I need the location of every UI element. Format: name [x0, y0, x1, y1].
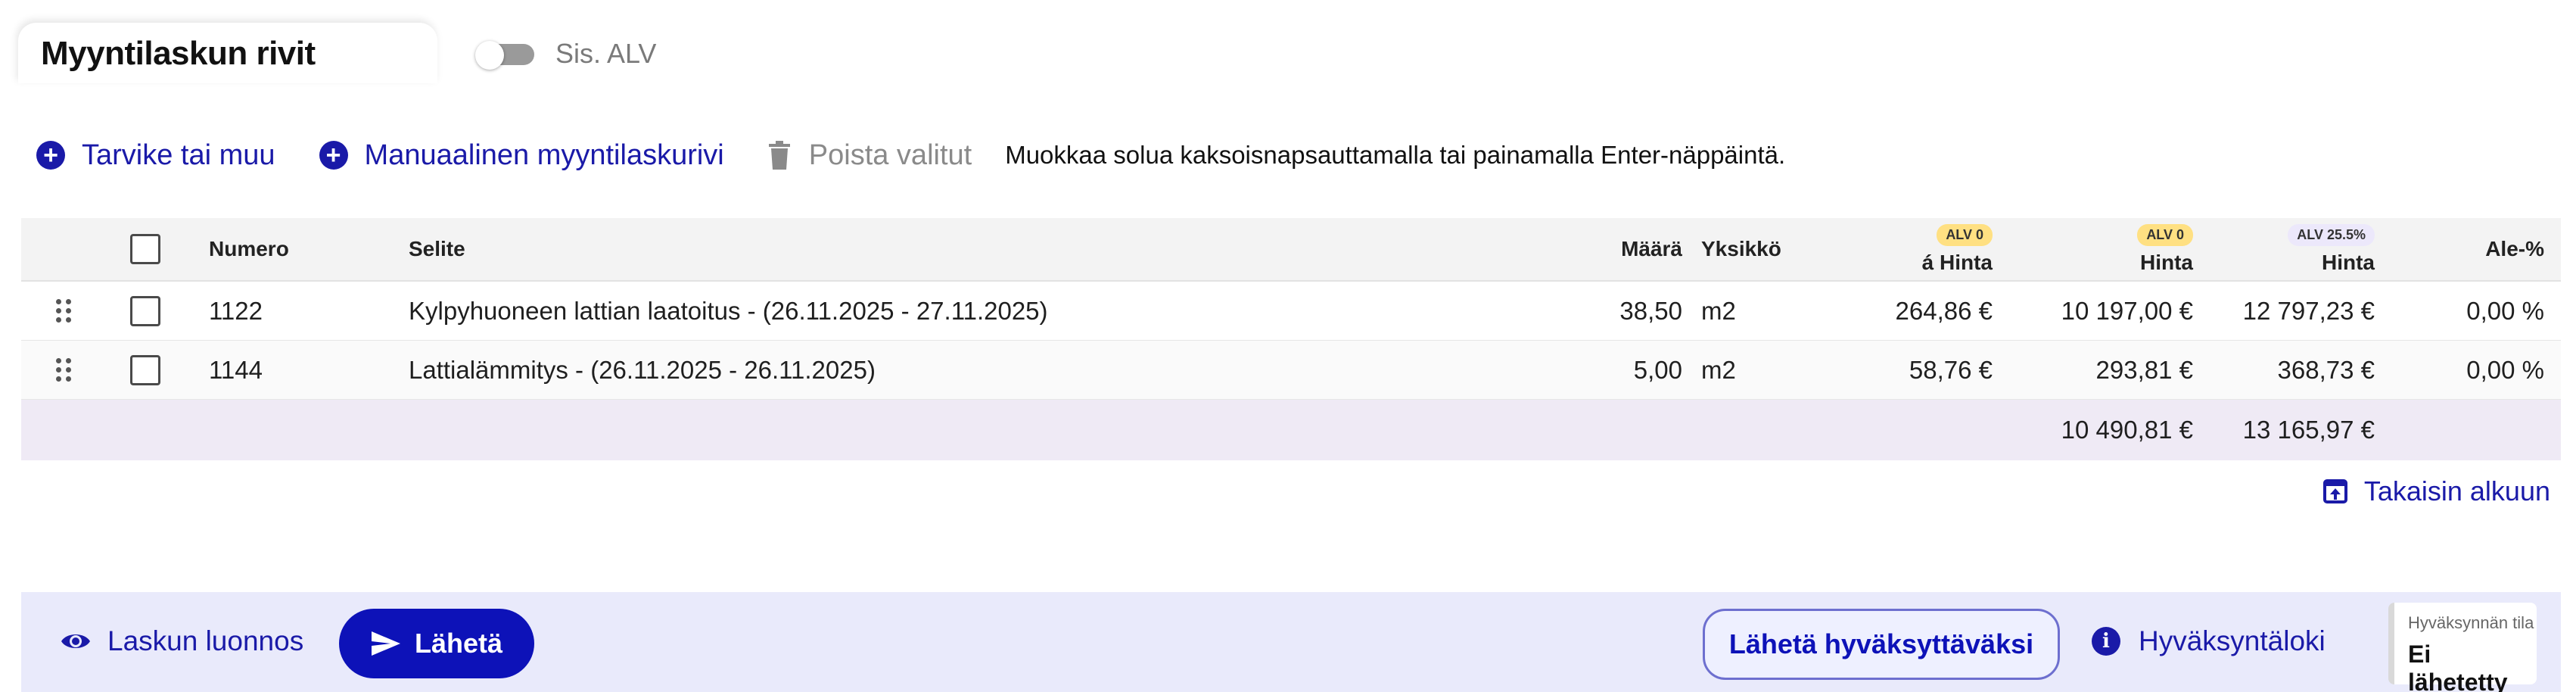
select-all-checkbox-cell [130, 218, 160, 280]
cell-description[interactable]: Kylpyhuoneen lattian laatoitus - (26.11.… [409, 282, 1048, 340]
invoice-preview-label: Laskun luonnos [107, 625, 304, 656]
col-number[interactable]: Numero [209, 218, 289, 280]
approval-status-label: Hyväksynnän tila [2408, 613, 2534, 632]
cell-unit-price[interactable]: 58,76 € [1822, 341, 1993, 399]
col-description[interactable]: Selite [409, 218, 465, 280]
cell-number[interactable]: 1144 [209, 341, 263, 399]
back-to-top-icon [2322, 479, 2347, 503]
col-unit-price[interactable]: ALV 0 á Hinta [1837, 218, 1993, 280]
col-price-vat[interactable]: ALV 25.5% Hinta [2216, 218, 2375, 280]
plus-circle-icon: + [319, 141, 348, 170]
info-icon: i [2092, 627, 2120, 656]
cell-price[interactable]: 293,81 € [2019, 341, 2193, 399]
send-label: Lähetä [414, 628, 503, 659]
row-checkbox[interactable] [130, 295, 160, 326]
send-for-approval-button[interactable]: Lähetä hyväksyttäväksi [1703, 609, 2060, 680]
cell-price-vat[interactable]: 368,73 € [2201, 341, 2375, 399]
approval-status-value: Ei lähetetty [2408, 641, 2508, 692]
vat-badge: ALV 25.5% [2288, 223, 2375, 246]
col-quantity[interactable]: Määrä [1573, 218, 1682, 280]
cell-discount[interactable]: 0,00 % [2405, 282, 2544, 340]
drag-handle-icon[interactable] [56, 341, 71, 399]
col-price-label: Hinta [2140, 250, 2193, 274]
vat0-badge: ALV 0 [1937, 223, 1993, 246]
send-icon [371, 631, 400, 656]
col-unit[interactable]: Yksikkö [1701, 218, 1781, 280]
add-manual-row-button[interactable]: + Manuaalinen myyntilaskurivi [319, 139, 724, 172]
select-all-checkbox[interactable] [130, 234, 160, 264]
footer-action-bar: Laskun luonnos Lähetä Lähetä hyväksyttäv… [21, 592, 2561, 692]
toggle-knob [475, 41, 504, 70]
approval-status-field: Hyväksynnän tila Ei lähetetty [2388, 603, 2537, 692]
vat-toggle-label: Sis. ALV [555, 38, 657, 69]
toolbar: + Tarvike tai muu + Manuaalinen myyntila… [36, 136, 1785, 174]
eye-icon [61, 634, 90, 648]
send-button[interactable]: Lähetä [339, 609, 534, 678]
cell-price[interactable]: 10 197,00 € [2019, 282, 2193, 340]
back-to-top-label: Takaisin alkuun [2363, 475, 2550, 507]
cell-unit-price[interactable]: 264,86 € [1822, 282, 1993, 340]
total-price: 10 490,81 € [2061, 416, 2193, 444]
vat0-badge: ALV 0 [2137, 223, 2193, 246]
add-item-label: Tarvike tai muu [82, 139, 275, 171]
cell-description[interactable]: Lattialämmitys - (26.11.2025 - 26.11.202… [409, 341, 876, 399]
col-unit-price-label: á Hinta [1921, 250, 1993, 274]
cell-price-vat[interactable]: 12 797,23 € [2201, 282, 2375, 340]
trash-icon [768, 141, 790, 170]
row-checkbox[interactable] [130, 354, 160, 385]
delete-selected-label: Poista valitut [808, 139, 972, 171]
table-header: Numero Selite Määrä Yksikkö ALV 0 á Hint… [21, 218, 2561, 282]
table-row[interactable]: 1122 Kylpyhuoneen lattian laatoitus - (2… [21, 282, 2561, 341]
col-price[interactable]: ALV 0 Hinta [2034, 218, 2193, 280]
back-to-top-link[interactable]: Takaisin alkuun [2322, 475, 2550, 507]
cell-unit[interactable]: m2 [1701, 282, 1736, 340]
totals-row: 10 490,81 € 13 165,97 € [21, 400, 2561, 460]
approval-log-button[interactable]: i Hyväksyntäloki [2092, 625, 2326, 657]
cell-quantity[interactable]: 38,50 [1550, 282, 1682, 340]
cell-quantity[interactable]: 5,00 [1550, 341, 1682, 399]
cell-discount[interactable]: 0,00 % [2405, 341, 2544, 399]
add-manual-row-label: Manuaalinen myyntilaskurivi [364, 139, 724, 171]
invoice-preview-button[interactable]: Laskun luonnos [61, 625, 303, 657]
row-checkbox-cell [130, 282, 160, 340]
vat-toggle[interactable] [475, 41, 536, 70]
edit-hint: Muokkaa solua kaksoisnapsauttamalla tai … [1005, 141, 1786, 169]
total-price-vat: 13 165,97 € [2242, 416, 2375, 444]
cell-number[interactable]: 1122 [209, 282, 263, 340]
add-item-button[interactable]: + Tarvike tai muu [36, 139, 275, 172]
invoice-rows-table: Numero Selite Määrä Yksikkö ALV 0 á Hint… [21, 218, 2561, 460]
cell-unit[interactable]: m2 [1701, 341, 1736, 399]
col-price-vat-label: Hinta [2322, 250, 2375, 274]
delete-selected-button[interactable]: Poista valitut [768, 139, 972, 172]
col-discount[interactable]: Ale-% [2405, 218, 2544, 280]
table-row[interactable]: 1144 Lattialämmitys - (26.11.2025 - 26.1… [21, 341, 2561, 400]
row-checkbox-cell [130, 341, 160, 399]
approval-log-label: Hyväksyntäloki [2139, 625, 2326, 656]
drag-handle-icon[interactable] [56, 282, 71, 340]
plus-circle-icon: + [36, 141, 65, 170]
page-title: Myyntilaskun rivit [41, 35, 316, 72]
